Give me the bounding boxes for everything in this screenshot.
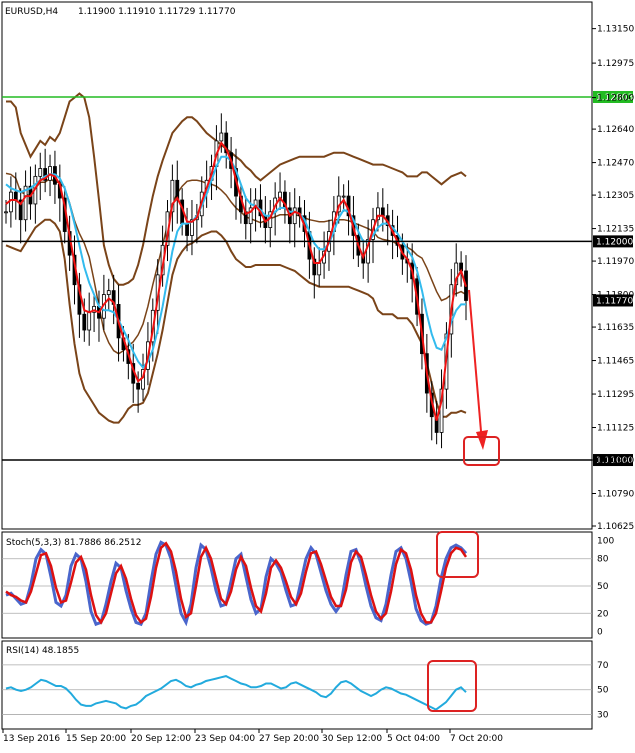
candle-body xyxy=(185,223,189,236)
x-tick-label: 7 Oct 20:00 xyxy=(450,734,503,744)
x-tick-label: 13 Sep 2016 xyxy=(3,734,60,744)
candle-body xyxy=(87,311,92,331)
price-y-tick-label: 1.10790 xyxy=(597,490,634,500)
chart-symbol-label: EURUSD,H4 xyxy=(5,7,58,17)
candle-body xyxy=(106,290,111,295)
candle-body xyxy=(136,382,141,390)
price-y-tick-label: 1.12975 xyxy=(597,59,634,69)
rsi-y-tick-label: 30 xyxy=(597,711,609,721)
chart-svg: 1.128031.120001.110001.11770 1.131501.12… xyxy=(0,0,635,749)
candle-body xyxy=(13,191,18,201)
price-y-tick-label: 1.12135 xyxy=(597,225,634,235)
x-tick-label: 27 Sep 20:00 xyxy=(259,734,319,744)
rsi-y-tick-label: 70 xyxy=(597,661,609,671)
rsi-indicator-label: RSI(14) 48.1855 xyxy=(6,646,79,656)
price-y-tick-label: 1.11800 xyxy=(597,291,634,301)
x-tick-label: 15 Sep 20:00 xyxy=(66,734,126,744)
chart-root: 1.12803 1.12000 1.11000 1.11770 1.13150 1.12… xyxy=(0,0,635,749)
rsi-y-tick-label: 50 xyxy=(597,686,609,696)
stoch-y-tick-label: 100 xyxy=(597,537,614,547)
price-y-tick-label: 1.11970 xyxy=(597,257,634,267)
price-y-tick-label: 1.10625 xyxy=(597,522,634,532)
price-y-tick-label: 1.12640 xyxy=(597,125,634,135)
background xyxy=(0,0,635,749)
candle-body xyxy=(317,262,322,276)
price-y-tick-label: 1.11465 xyxy=(597,357,634,367)
x-tick-label: 30 Sep 12:00 xyxy=(322,734,382,744)
candle-body xyxy=(82,313,87,331)
candle-body xyxy=(380,207,385,217)
level-label: 1.12000 xyxy=(596,237,633,247)
price-y-tick-label: 1.11125 xyxy=(597,424,634,434)
x-tick-label: 5 Oct 04:00 xyxy=(387,734,440,744)
stoch-y-tick-label: 80 xyxy=(597,555,609,565)
chart-ohlc-label: 1.11900 1.11910 1.11729 1.11770 xyxy=(78,7,236,17)
price-y-tick-label: 1.12470 xyxy=(597,159,634,169)
price-y-tick-label: 1.11635 xyxy=(597,323,634,333)
x-tick-label: 23 Sep 04:00 xyxy=(195,734,255,744)
candle-body xyxy=(341,195,346,198)
price-y-tick-label: 1.12305 xyxy=(597,191,634,201)
candle-body xyxy=(219,132,224,142)
stoch-y-tick-label: 0 xyxy=(597,627,603,637)
x-tick-label: 20 Sep 12:00 xyxy=(131,734,191,744)
price-y-tick-label: 1.12800 xyxy=(597,94,634,104)
stoch-y-tick-label: 50 xyxy=(597,582,609,592)
price-y-tick-label: 1.13150 xyxy=(597,25,634,35)
candle-body xyxy=(4,211,8,214)
price-y-tick-label: 1.10960 xyxy=(597,456,634,466)
stoch-y-tick-label: 20 xyxy=(597,609,609,619)
candle-body xyxy=(292,207,297,225)
price-y-tick-label: 1.11295 xyxy=(597,390,634,400)
stoch-indicator-label: Stoch(5,3,3) 81.7886 86.2512 xyxy=(6,538,141,548)
candle-body xyxy=(38,168,43,177)
